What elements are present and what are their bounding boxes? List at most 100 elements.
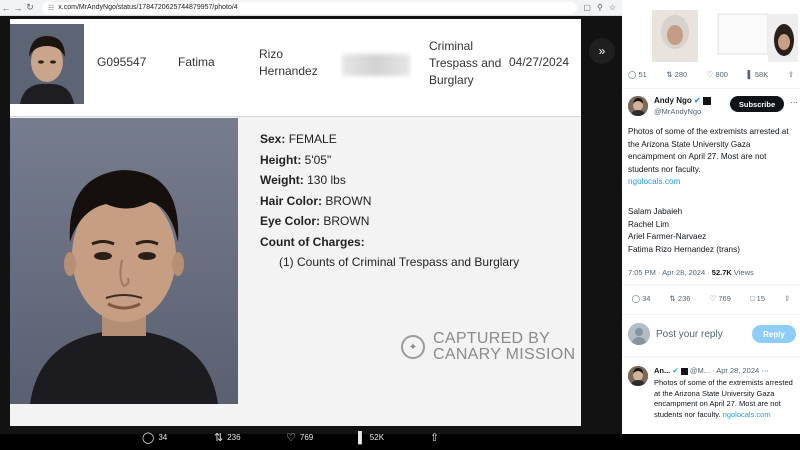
prev-repost-metric[interactable]: ⇅ 280: [666, 70, 687, 79]
bookmark-action[interactable]: □ 15: [750, 294, 765, 303]
heart-icon: ♡: [286, 432, 296, 444]
reply-body: Photos of some of the extremists arreste…: [654, 378, 798, 420]
divider: [622, 88, 800, 89]
divider: [622, 356, 800, 357]
toggle-panel-button[interactable]: »: [589, 38, 615, 64]
reply-count: 34: [642, 294, 651, 303]
subscribe-button[interactable]: Subscribe: [730, 96, 784, 112]
divider: [622, 284, 800, 285]
browser-toolbar: ← → ↻ ☷ x.com/MrAndyNgo/status/178472062…: [0, 0, 622, 16]
like-count: 769: [299, 433, 314, 442]
reply-author-avatar[interactable]: [628, 366, 648, 386]
reply-link[interactable]: ngolocals.com: [723, 410, 771, 419]
repost-action[interactable]: ⇅ 236: [214, 431, 241, 444]
tweet-names-list: Salam Jabaieh Rachel Lim Ariel Farmer-Na…: [628, 206, 740, 256]
previous-media-preview: [622, 0, 800, 66]
repost-icon: ⇅: [214, 432, 224, 444]
author-handle[interactable]: @MrAndyNgo: [654, 107, 701, 116]
record-summary-row: G095547 Fatima Rizo Hernandez Criminal T…: [10, 19, 581, 117]
star-icon[interactable]: ☆: [609, 3, 616, 12]
more-options-icon[interactable]: ⋯: [790, 98, 798, 107]
views-label: Views: [731, 268, 754, 277]
views-icon: ▌: [358, 431, 366, 444]
reply-author-handle[interactable]: @M...: [690, 366, 710, 375]
share-action[interactable]: ⇧: [430, 431, 439, 444]
tweet-actions: ◯ 34 ⇅ 236 ♡ 769 □ 15 ⇧: [622, 294, 800, 303]
prev-like-metric[interactable]: ♡ 800: [707, 70, 728, 79]
share-icon[interactable]: ⇧: [784, 294, 790, 303]
double-chevron-right-icon: »: [598, 44, 606, 58]
record-date: 04/27/2024: [509, 55, 570, 69]
tweet-view-count: 52.7K: [711, 268, 732, 277]
cast-icon[interactable]: ▢: [583, 3, 591, 12]
author-name-text: Andy Ngo: [654, 96, 692, 105]
watermark-line2: CANARY MISSION: [433, 346, 576, 363]
back-arrow-icon[interactable]: ←: [0, 0, 12, 16]
reload-icon[interactable]: ↻: [24, 0, 36, 16]
reply-button[interactable]: Reply: [752, 325, 796, 343]
like-action[interactable]: ♡ 769: [286, 431, 313, 444]
watermark-line1: CAPTURED BY: [433, 330, 551, 347]
divider: [622, 314, 800, 315]
more-options-icon[interactable]: ⋯: [761, 366, 769, 375]
like-action[interactable]: ♡ 769: [710, 294, 731, 303]
record-detail: Sex: FEMALE Height: 5'05" Weight: 130 lb…: [10, 117, 581, 426]
author-name[interactable]: Andy Ngo ✔: [654, 96, 711, 105]
previous-tweet-metrics: ◯ 51 ⇅ 280 ♡ 800 ▌ 58K ⇧: [622, 70, 800, 79]
prev-reply-metric[interactable]: ◯ 51: [628, 70, 647, 79]
verified-badge-icon: ✔: [672, 366, 679, 375]
repost-action[interactable]: ⇅ 236: [670, 294, 691, 303]
tweet-link[interactable]: ngolocals.com: [628, 177, 680, 186]
sex-value: FEMALE: [288, 132, 337, 146]
prev-like-count: 800: [715, 70, 728, 79]
bookmark-count: 15: [756, 294, 765, 303]
repost-icon: ⇅: [669, 294, 676, 303]
tweet-text: Photos of some of the extremists arreste…: [628, 127, 789, 174]
prev-reply-count: 51: [638, 70, 647, 79]
tweet-meta: 7:05 PM · Apr 28, 2024 · 52.7K Views: [628, 268, 754, 277]
reply-action[interactable]: ◯ 34: [632, 294, 651, 303]
tweet-sidebar: ◯ 51 ⇅ 280 ♡ 800 ▌ 58K ⇧ Andy Ngo ✔ @MrA…: [622, 0, 800, 434]
author-avatar[interactable]: [628, 96, 648, 116]
url-text: x.com/MrAndyNgo/status/17847206257448799…: [58, 4, 238, 11]
prev-share-icon[interactable]: ⇧: [788, 70, 794, 79]
view-count: 52K: [369, 433, 385, 442]
hair-color-label: Hair Color:: [260, 193, 323, 208]
height-value: 5'05": [304, 152, 332, 167]
weight-label: Weight:: [260, 173, 304, 187]
bookmark-icon: □: [750, 294, 755, 303]
address-bar[interactable]: ☷ x.com/MrAndyNgo/status/178472062574487…: [42, 1, 578, 14]
user-avatar: [628, 323, 650, 345]
prev-view-count: 58K: [754, 70, 769, 79]
physical-details: Sex: FEMALE Height: 5'05" Weight: 130 lb…: [260, 129, 519, 273]
reply-action[interactable]: ◯ 34: [142, 431, 167, 444]
tweet-timestamp[interactable]: 7:05 PM · Apr 28, 2024 ·: [628, 268, 712, 277]
photo-action-bar: ◯ 34 ⇅ 236 ♡ 769 ▌ 52K ⇧: [0, 425, 622, 450]
mugshot-thumbnail: [10, 24, 84, 104]
booking-id: G095547: [97, 55, 147, 69]
name-line: Salam Jabaieh: [628, 207, 683, 216]
heart-icon: ♡: [709, 294, 717, 303]
reply-input[interactable]: Post your reply: [656, 329, 723, 340]
prev-view-metric[interactable]: ▌ 58K: [747, 70, 768, 79]
repost-count: 236: [677, 294, 691, 303]
zoom-icon[interactable]: ⚲: [597, 3, 603, 12]
tweet-body: Photos of some of the extremists arreste…: [628, 126, 796, 189]
name-line: Ariel Farmer-Narvaez: [628, 232, 707, 241]
charge-line: (1) Counts of Criminal Trespass and Burg…: [279, 255, 520, 269]
redacted-field: [342, 54, 410, 76]
reply-composer: Post your reply Reply: [628, 323, 798, 347]
hair-color-value: BROWN: [325, 193, 372, 208]
forward-arrow-icon[interactable]: →: [12, 0, 24, 16]
reply-author-name[interactable]: An...: [654, 366, 670, 375]
reply-date[interactable]: · Apr 28, 2024: [712, 366, 759, 375]
views-action[interactable]: ▌ 52K: [358, 432, 384, 444]
charges-label: Count of Charges:: [260, 234, 365, 249]
reply-icon: ◯: [142, 432, 155, 444]
name-line: Rachel Lim: [628, 219, 669, 229]
canary-logo-icon: ✦: [401, 335, 425, 359]
verified-badge-icon: ✔: [694, 96, 701, 105]
site-info-icon[interactable]: ☷: [48, 4, 54, 12]
mugshot-photo: [10, 118, 238, 404]
affiliate-badge-icon: [702, 96, 711, 105]
